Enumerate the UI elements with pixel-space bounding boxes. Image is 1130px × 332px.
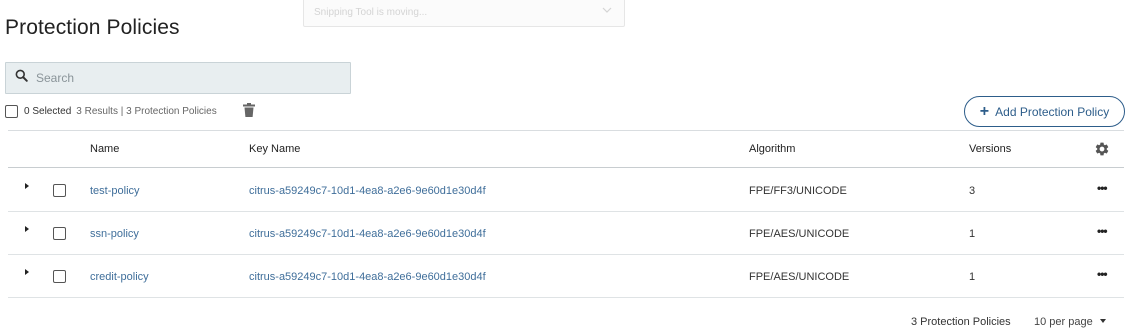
search-icon [15, 69, 28, 87]
row-checkbox[interactable] [53, 184, 66, 197]
more-horizontal-icon[interactable]: ••• [1097, 181, 1108, 195]
more-horizontal-icon[interactable]: ••• [1097, 224, 1108, 238]
search-input[interactable] [36, 71, 316, 85]
versions-cell: 1 [969, 271, 976, 283]
algorithm-cell: FPE/FF3/UNICODE [749, 185, 847, 197]
key-name-link[interactable]: citrus-a59249c7-10d1-4ea8-a2e6-9e60d1e30… [249, 185, 486, 197]
page-title: Protection Policies [5, 16, 180, 39]
column-header-name[interactable]: Name [90, 143, 119, 155]
column-header-algorithm[interactable]: Algorithm [749, 143, 795, 155]
caret-right-icon[interactable] [25, 183, 29, 189]
caret-right-icon[interactable] [25, 269, 29, 275]
row-checkbox[interactable] [53, 270, 66, 283]
add-protection-policy-label: Add Protection Policy [995, 104, 1110, 119]
snipping-tool-text: Snipping Tool is moving... [314, 7, 428, 18]
versions-cell: 3 [969, 185, 976, 197]
policy-name-link[interactable]: credit-policy [90, 271, 149, 283]
chevron-down-icon [602, 6, 612, 17]
caret-down-icon [1099, 319, 1106, 323]
select-all-checkbox[interactable] [5, 104, 18, 118]
gear-icon[interactable] [1094, 141, 1110, 160]
key-name-link[interactable]: citrus-a59249c7-10d1-4ea8-a2e6-9e60d1e30… [249, 228, 486, 240]
table-header: Name Key Name Algorithm Versions [8, 131, 1124, 168]
algorithm-cell: FPE/AES/UNICODE [749, 228, 850, 240]
snipping-tool-overlay: Snipping Tool is moving... [303, 0, 625, 27]
search-bar[interactable] [5, 62, 351, 94]
trash-icon[interactable] [243, 103, 255, 117]
algorithm-cell: FPE/AES/UNICODE [749, 271, 850, 283]
results-summary: 3 Results | 3 Protection Policies [76, 105, 217, 117]
versions-cell: 1 [969, 228, 976, 240]
column-header-versions[interactable]: Versions [969, 143, 1011, 155]
row-checkbox[interactable] [53, 227, 66, 240]
total-policies-count: 3 Protection Policies [911, 316, 1011, 328]
per-page-select[interactable]: 10 per page [1034, 316, 1106, 328]
selection-bar: 0 Selected 3 Results | 3 Protection Poli… [5, 103, 255, 119]
add-protection-policy-button[interactable]: + Add Protection Policy [964, 96, 1125, 127]
more-horizontal-icon[interactable]: ••• [1097, 267, 1108, 281]
caret-right-icon[interactable] [25, 226, 29, 232]
policy-name-link[interactable]: test-policy [90, 185, 140, 197]
key-name-link[interactable]: citrus-a59249c7-10d1-4ea8-a2e6-9e60d1e30… [249, 271, 486, 283]
selected-count: 0 Selected [24, 105, 72, 117]
table-row[interactable]: test-policy citrus-a59249c7-10d1-4ea8-a2… [8, 169, 1124, 212]
column-header-key-name[interactable]: Key Name [249, 143, 300, 155]
table-row[interactable]: ssn-policy citrus-a59249c7-10d1-4ea8-a2e… [8, 212, 1124, 255]
plus-icon: + [979, 102, 990, 120]
table-row[interactable]: credit-policy citrus-a59249c7-10d1-4ea8-… [8, 255, 1124, 298]
per-page-label: 10 per page [1034, 316, 1093, 328]
policy-name-link[interactable]: ssn-policy [90, 228, 139, 240]
